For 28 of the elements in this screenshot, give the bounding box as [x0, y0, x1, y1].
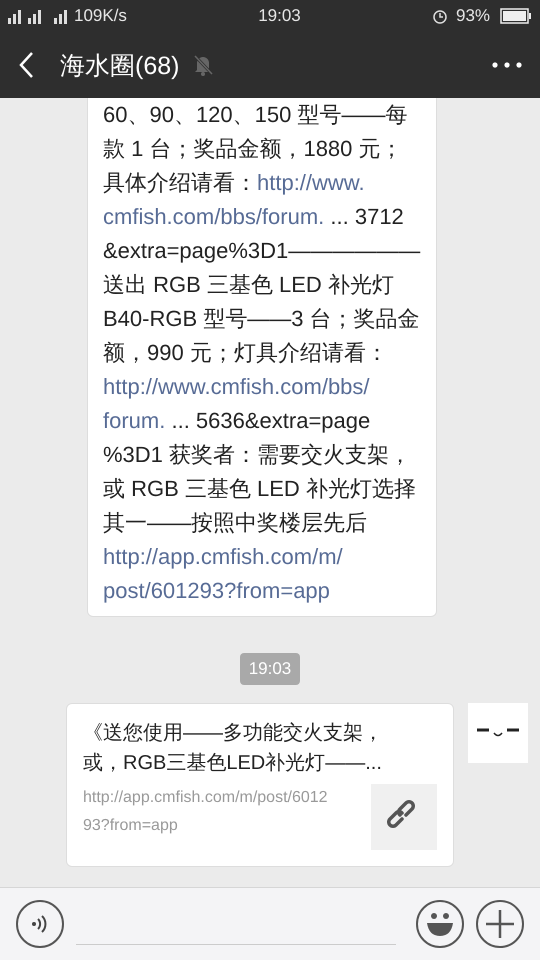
message-link[interactable]: post/601293?from=app: [103, 578, 330, 603]
more-icon[interactable]: [492, 62, 522, 68]
message-link[interactable]: cmfish.com/bbs/forum.: [103, 204, 324, 229]
avatar[interactable]: [468, 703, 528, 763]
plus-icon: [486, 910, 514, 938]
signal-icon: [8, 8, 68, 24]
emoji-button[interactable]: [416, 900, 464, 948]
chat-title: 海水圈(68): [60, 50, 180, 82]
message-link[interactable]: forum.: [103, 408, 166, 433]
battery-icon: [500, 8, 532, 24]
link-card[interactable]: 《送您使用——多功能交火支架，或，RGB三基色LED补光灯——... http://app.cmfish.com/m/post/601293?from=app: [66, 703, 454, 867]
message-link[interactable]: http://www.: [257, 170, 365, 195]
back-icon[interactable]: [18, 51, 34, 79]
clock: 19:03: [258, 6, 301, 26]
voice-button[interactable]: [16, 900, 64, 948]
plus-button[interactable]: [476, 900, 524, 948]
message-link[interactable]: http://app.cmfish.com/m/: [103, 544, 343, 569]
message-link[interactable]: http://www.cmfish.com/bbs/: [103, 374, 370, 399]
smiley-icon: [425, 911, 455, 937]
link-card-title: 《送您使用——多功能交火支架，或，RGB三基色LED补光灯——...: [83, 721, 384, 776]
battery-percent: 93%: [456, 6, 490, 26]
network-speed: 109K/s: [74, 6, 127, 26]
alarm-icon: [432, 8, 448, 24]
timestamp: 19:03: [240, 653, 300, 685]
face-emoticon-icon: [477, 727, 519, 739]
voice-icon: [31, 914, 49, 934]
message-text: 60、90、120、150 型号——每 款 1 台；奖品金额，1880 元； 具体介绍请看：http://www. cmfish.com/bbs/forum. ... 3712 &extra=page%3D1—————— 送出 RGB 三基色 LED 补光灯 B40-RGB 型号——3 台；奖品金 额，990 元；灯具介绍请看： http://www.cmfish.com/bbs/ forum. ... 5636&extra=page %3D1 获奖者：需要交火支架， 或 RGB 三基色 LED 补光灯选择 其一——按照中奖楼层先后 http://app.cmfish.com/m/ post/601293?from=app: [103, 101, 422, 605]
link-card-url: http://app.cmfish.com/m/post/601293?from=app: [83, 788, 329, 836]
